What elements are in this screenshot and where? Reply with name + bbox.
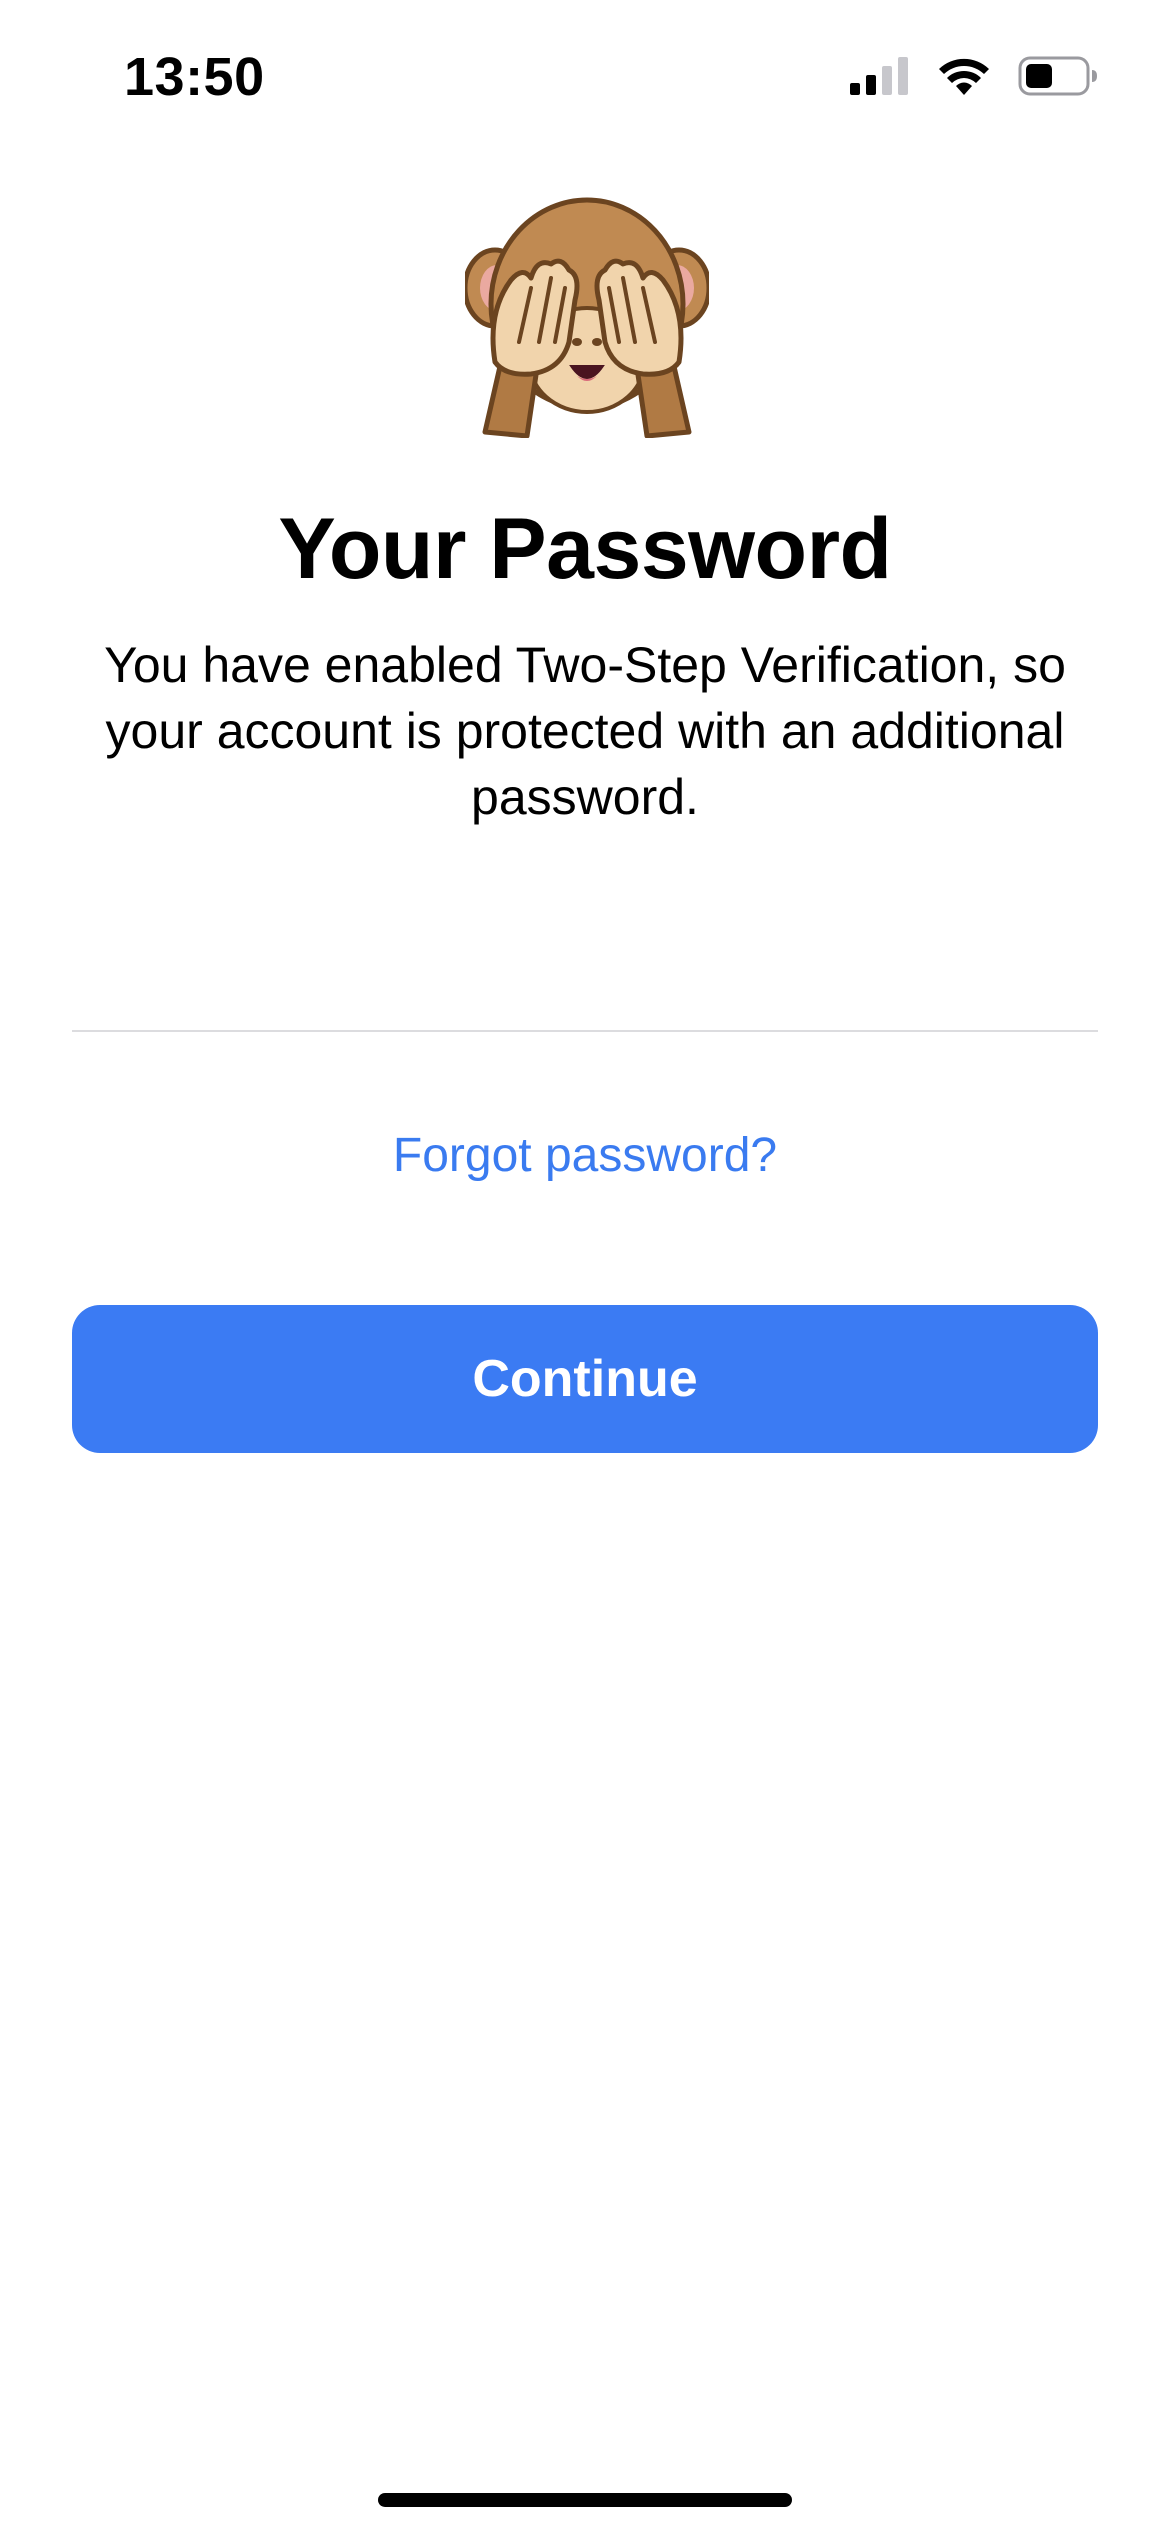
home-indicator[interactable] — [378, 2493, 792, 2507]
status-time: 13:50 — [124, 47, 265, 107]
cellular-signal-icon — [850, 57, 910, 95]
status-icons — [850, 52, 1098, 100]
continue-button[interactable]: Continue — [72, 1305, 1098, 1453]
see-no-evil-monkey-icon — [462, 192, 712, 439]
status-bar: 13:50 — [0, 0, 1170, 150]
password-field[interactable] — [72, 930, 1098, 1032]
wifi-icon — [938, 57, 990, 95]
page-description: You have enabled Two-Step Verification, … — [104, 637, 1066, 825]
battery-icon — [1018, 56, 1098, 96]
forgot-password-link[interactable]: Forgot password? — [0, 1128, 1170, 1183]
password-screen: 13:50 Your Password You have enabled Two… — [0, 0, 1170, 2532]
page-title: Your Password — [278, 501, 892, 597]
